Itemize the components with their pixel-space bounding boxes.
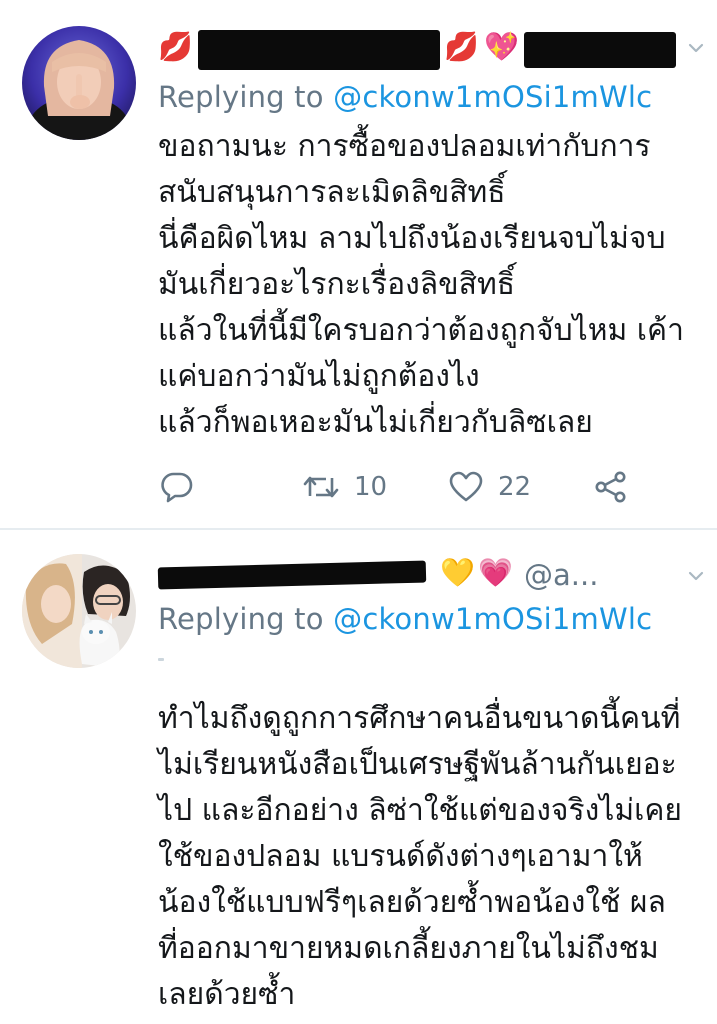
reply-mention-link[interactable]: @ckonw1mOSi1mWlc: [333, 80, 652, 114]
redacted-display-name: [198, 30, 440, 70]
growing-heart-emoji: 💗: [478, 556, 513, 589]
share-icon: [595, 471, 626, 503]
user-handle[interactable]: @a...: [524, 558, 598, 592]
separator-mark: [158, 658, 164, 661]
retweet-icon: [303, 476, 339, 498]
reply-context: Replying to @ckonw1mOSi1mWlc: [158, 602, 652, 636]
tweet[interactable]: 💋 💋 💖 Replying to @ckonw1mOSi1mWlc ขอถาม…: [0, 0, 717, 528]
reply-context: Replying to @ckonw1mOSi1mWlc: [158, 80, 652, 114]
tweet-text-line: ใช้ของปลอม แบรนด์ดังต่างๆเอามาให้: [158, 839, 643, 874]
tweet-header: 💛 💗 @a...: [157, 552, 707, 596]
tweet-text-line: ไม่เรียนหนังสือเป็นเศรษฐีพันล้านกันเยอะ: [158, 747, 677, 782]
kiss-emoji: 💋: [444, 30, 479, 63]
heart-icon: [449, 471, 483, 502]
redacted-handle: [524, 32, 676, 68]
yellow-heart-emoji: 💛: [440, 556, 475, 589]
tweet-text-line: สนับสนุนการละเมิดลิขสิทธิ์: [158, 175, 506, 210]
chevron-down-icon[interactable]: [688, 40, 704, 56]
comment-icon: [161, 472, 193, 503]
like-button[interactable]: 22: [448, 470, 531, 504]
tweet-text-line: มันเกี่ยวอะไรกะเรื่องลิขสิทธิ์: [158, 267, 516, 302]
avatar[interactable]: [22, 554, 136, 668]
tweet-text-line: ไป และอีกอย่าง ลิซ่าใช้แต่ของจริงไม่เคย: [158, 793, 683, 828]
tweet-text-line: ที่ออกมาขายหมดเกลี้ยงภายในไม่ถึงชม: [158, 931, 659, 966]
tweet-text-line: ขอถามนะ การซื้อของปลอมเท่ากับการ: [158, 129, 651, 164]
tweet-actions: 10 22: [158, 470, 638, 510]
tweet-text: ทำไมถึงดูถูกการศึกษาคนอื่นขนาดนี้คนที่ ไ…: [158, 696, 682, 1018]
avatar-image: [22, 554, 136, 668]
tweet[interactable]: 💛 💗 @a... Replying to @ckonw1mOSi1mWlc ท…: [0, 530, 717, 1024]
like-count: 22: [498, 472, 532, 502]
tweet-text-line: แค่บอกว่ามันไม่ถูกต้องไง: [158, 359, 480, 394]
tweet-text-line: นี่คือผิดไหม ลามไปถึงน้องเรียนจบไม่จบ: [158, 221, 666, 256]
share-button[interactable]: [594, 470, 628, 504]
retweet-count: 10: [354, 472, 388, 502]
reply-button[interactable]: [160, 470, 194, 504]
redacted-display-name: [157, 560, 427, 590]
tweet-header: 💋 💋 💖: [158, 28, 707, 72]
tweet-text: ขอถามนะ การซื้อของปลอมเท่ากับการ สนับสนุ…: [158, 124, 684, 446]
tweet-text-line: เลยด้วยซ้ำ: [158, 977, 296, 1012]
chevron-down-icon[interactable]: [688, 568, 704, 584]
retweet-button[interactable]: 10: [302, 470, 387, 504]
tweet-text-line: แล้วก็พอเหอะมันไม่เกี่ยวกับลิซเลย: [158, 405, 593, 440]
tweet-text-line: ทำไมถึงดูถูกการศึกษาคนอื่นขนาดนี้คนที่: [158, 701, 681, 736]
reply-mention-link[interactable]: @ckonw1mOSi1mWlc: [333, 602, 652, 636]
tweet-text-line: น้องใช้แบบฟรีๆเลยด้วยซ้ำพอน้องใช้ ผล: [158, 885, 666, 920]
reply-prefix: Replying to: [158, 80, 324, 114]
avatar[interactable]: [22, 26, 136, 140]
kiss-emoji: 💋: [158, 30, 193, 63]
tweet-text-line: แล้วในที่นี้มีใครบอกว่าต้องถูกจับไหม เค้…: [158, 313, 684, 348]
reply-prefix: Replying to: [158, 602, 324, 636]
sparkling-heart-emoji: 💖: [484, 30, 519, 63]
avatar-image: [22, 26, 136, 140]
